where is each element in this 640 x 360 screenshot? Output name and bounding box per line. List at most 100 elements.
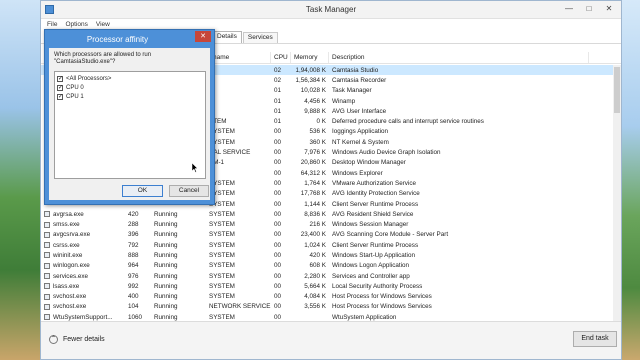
process-cpu-text: 00 (274, 159, 282, 167)
process-user: v (206, 87, 271, 94)
process-cpu: 02 (271, 77, 291, 84)
table-row[interactable]: csrss.exe 792 Running SYSTEM 00 1,024 K Client… (41, 240, 621, 250)
option-label: CPU 0 (66, 84, 84, 91)
process-description-text: Task Manager (332, 87, 372, 95)
process-memory: 8,836 K (291, 211, 329, 218)
column-header-cpu[interactable]: CPU (271, 52, 291, 63)
process-cpu: 01 (271, 108, 291, 115)
process-memory: 536 K (291, 128, 329, 135)
process-memory-text: 8,836 K (304, 210, 326, 218)
process-cpu-text: 00 (274, 221, 282, 229)
table-row[interactable]: services.exe 976 Running SYSTEM 00 2,280 K Ser… (41, 271, 621, 281)
process-memory: 216 K (291, 221, 329, 228)
process-memory: 1,56,384 K (291, 77, 329, 84)
process-memory-text: 1,764 K (304, 179, 326, 187)
process-cpu-text: 00 (274, 190, 282, 198)
process-description: NT Kernel & System (329, 139, 589, 146)
column-header-memory[interactable]: Memory (p... (291, 52, 329, 73)
vertical-scrollbar[interactable] (613, 65, 621, 321)
dialog-question: Which processors are allowed to run "Cam… (54, 52, 152, 65)
process-description-text: Camtasia Recorder (332, 76, 387, 84)
tab-services[interactable]: Services (242, 32, 278, 43)
process-cpu-text: 00 (274, 313, 282, 321)
column-header-description[interactable]: Description (329, 52, 589, 63)
maximize-button[interactable]: □ (579, 3, 599, 15)
table-row[interactable]: wininit.exe 888 Running SYSTEM 00 420 K Window… (41, 250, 621, 260)
option-cpu-1[interactable]: ✓ CPU 1 (57, 92, 203, 101)
minimize-button[interactable]: — (559, 3, 579, 15)
table-row[interactable]: WtuSystemSupport... 1060 Running SYSTEM 00 Wt… (41, 312, 621, 321)
option-all-processors[interactable]: ✓ <All Processors> (57, 74, 203, 83)
end-task-button[interactable]: End task (573, 331, 617, 347)
table-row[interactable]: avgcsrva.exe 396 Running SYSTEM 00 23,400 K AV… (41, 230, 621, 240)
table-row[interactable]: avgrsa.exe 420 Running SYSTEM 00 8,836 K AVG R… (41, 209, 621, 219)
table-row[interactable]: lsass.exe 992 Running SYSTEM 00 5,664 K Local … (41, 281, 621, 291)
process-user: SYSTEM (206, 180, 271, 187)
process-status-text: Running (154, 282, 178, 290)
checkbox-checked-icon[interactable]: ✓ (57, 75, 63, 82)
process-memory: 1,764 K (291, 180, 329, 187)
process-cpu-text: 01 (274, 97, 282, 105)
process-description: Task Manager (329, 87, 589, 94)
process-cpu: 00 (271, 170, 291, 177)
process-description: Camtasia Recorder (329, 77, 589, 84)
fewer-details-link[interactable]: ⌃ Fewer details (49, 335, 105, 344)
process-name: services.exe (41, 273, 125, 280)
process-pid-text: 992 (128, 282, 139, 290)
table-row[interactable]: winlogon.exe 964 Running SYSTEM 00 608 K Windo… (41, 261, 621, 271)
process-pid-text: 1060 (128, 313, 143, 321)
process-description-text: AVG Scanning Core Module - Server Part (332, 231, 449, 239)
process-memory: 9,888 K (291, 108, 329, 115)
process-description-text: Client Server Runtime Process (332, 200, 419, 208)
process-description: AVG Resident Shield Service (329, 211, 589, 218)
process-name: avgrsa.exe (41, 211, 125, 218)
desktop-background-right (622, 0, 640, 360)
close-button[interactable]: ✕ (599, 3, 619, 15)
process-cpu-text: 00 (274, 272, 282, 280)
table-row[interactable]: svchost.exe 400 Running SYSTEM 00 4,084 K Host… (41, 292, 621, 302)
process-name-text: csrss.exe (53, 241, 80, 249)
process-user: SYSTEM (206, 262, 271, 269)
process-description-text: Camtasia Studio (332, 66, 379, 74)
scrollbar-thumb[interactable] (614, 67, 620, 113)
process-status: Running (151, 314, 206, 321)
process-description: AVG User Interface (329, 108, 589, 115)
dialog-close-button[interactable]: ✕ (195, 31, 211, 42)
process-description: Desktop Window Manager (329, 159, 589, 166)
process-description: WtuSystem Application (329, 314, 589, 321)
ok-button[interactable]: OK (122, 185, 163, 197)
tab-details[interactable]: Details (212, 31, 242, 43)
process-cpu: 00 (271, 262, 291, 269)
process-status-text: Running (154, 231, 178, 239)
column-header-user[interactable]: r name (206, 52, 271, 63)
checkbox-checked-icon[interactable]: ✓ (57, 93, 63, 100)
process-icon (44, 231, 50, 238)
process-name-text: lsass.exe (53, 282, 80, 290)
process-description-text: Local Security Authority Process (332, 282, 423, 290)
process-description: Windows Explorer (329, 170, 589, 177)
table-row[interactable]: svchost.exe 104 Running NETWORK SERVICE 00 3,… (41, 302, 621, 312)
process-user: v (206, 77, 271, 84)
cancel-button[interactable]: Cancel (169, 185, 209, 197)
process-user: CAL SERVICE (206, 149, 271, 156)
process-memory-text: 4,456 K (304, 97, 326, 105)
process-pid-text: 888 (128, 251, 139, 259)
process-description: Camtasia Studio (329, 67, 589, 74)
desktop-background-left (0, 0, 40, 360)
process-user-text: SYSTEM (209, 221, 235, 229)
checkbox-checked-icon[interactable]: ✓ (57, 84, 63, 91)
option-cpu-0[interactable]: ✓ CPU 0 (57, 83, 203, 92)
process-user: SYSTEM (206, 139, 271, 146)
process-description-text: Windows Start-Up Application (332, 251, 415, 259)
process-description: AVG Identity Protection Service (329, 190, 589, 197)
process-cpu: 00 (271, 211, 291, 218)
process-memory: 3,556 K (291, 303, 329, 310)
window-title: Task Manager (305, 5, 357, 14)
process-memory-text: 3,556 K (304, 303, 326, 311)
process-user-text: SYSTEM (209, 272, 235, 280)
table-row[interactable]: smss.exe 288 Running SYSTEM 00 216 K Windows S… (41, 219, 621, 229)
process-description-text: AVG Resident Shield Service (332, 210, 414, 218)
process-memory: 0 K (291, 118, 329, 125)
process-status: Running (151, 273, 206, 280)
process-user-text: CAL SERVICE (209, 149, 251, 157)
